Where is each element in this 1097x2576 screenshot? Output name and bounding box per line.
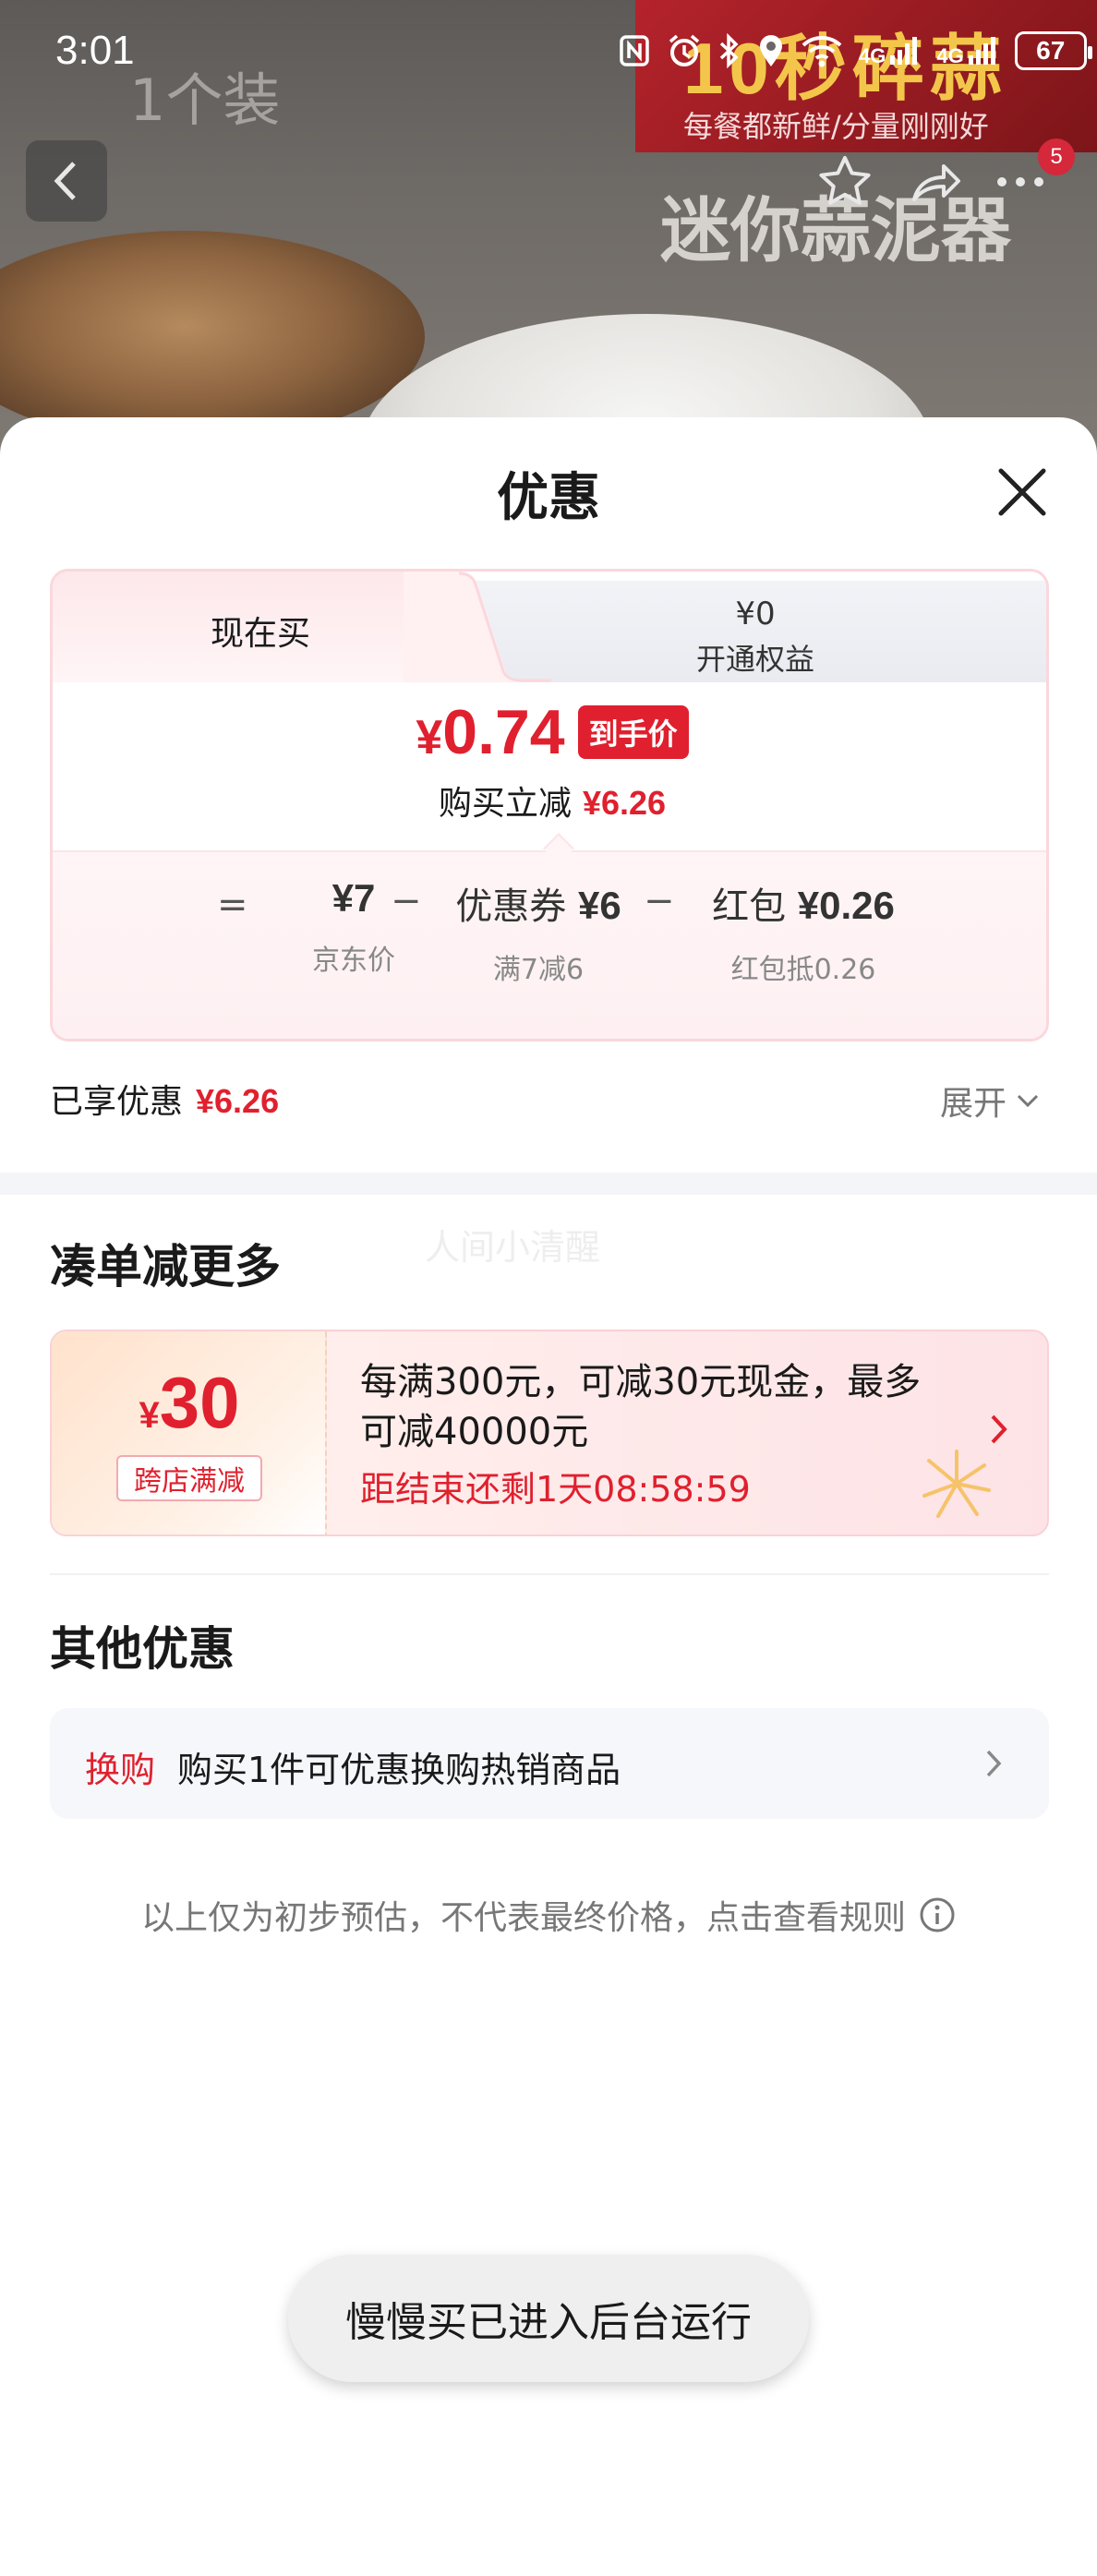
promo-type-tag: 跨店满减 <box>116 1455 262 1501</box>
final-price-currency: ¥ <box>416 711 443 764</box>
final-price-row: ¥0.74 到手价 <box>53 701 1046 764</box>
status-icons: 4G 4G 67 <box>619 31 1092 70</box>
tab-membership-label[interactable]: 开通权益 <box>459 636 1046 679</box>
network-type-1: 4G <box>859 44 886 67</box>
close-icon <box>998 468 1046 516</box>
other-offers-title: 其他优惠 <box>50 1622 235 1676</box>
redpacket-item: 红包 ¥0.26 红包抵0.26 <box>697 876 910 987</box>
chevron-left-icon <box>54 162 76 200</box>
promo-amount: ¥30 <box>52 1366 327 1438</box>
rules-disclaimer[interactable]: 以上仅为初步预估，不代表最终价格，点击查看规则 <box>0 1891 1097 1939</box>
instant-discount-row: 购买立减 ¥6.26 <box>53 776 1046 825</box>
nfc-icon <box>620 35 649 66</box>
final-price-value: 0.74 <box>442 697 565 767</box>
back-button[interactable] <box>26 140 107 222</box>
redpacket-desc: 红包抵0.26 <box>730 954 876 986</box>
product-photo-bowl <box>0 231 425 443</box>
bluetooth-icon <box>719 33 739 68</box>
enjoyed-discount-value: ¥6.26 <box>196 1082 280 1120</box>
cross-store-discount-card[interactable]: ¥30 跨店满减 每满300元，可减30元现金，最多可减40000元 距结束还剩… <box>50 1330 1049 1536</box>
info-icon[interactable] <box>919 1896 956 1933</box>
expand-button[interactable]: 展开 <box>940 1077 1040 1125</box>
more-dots-icon <box>997 177 1043 187</box>
final-price: ¥0.74 <box>416 701 564 764</box>
discount-sheet: 优惠 现在买 ¥0 开通权益 ¥0.74 到手价 购买立减 ¥6.26 = ¥7 … <box>0 417 1097 2576</box>
thin-divider <box>50 1573 1049 1575</box>
jd-price-label: 京东价 <box>312 945 395 977</box>
price-card: 现在买 ¥0 开通权益 ¥0.74 到手价 购买立减 ¥6.26 = ¥7 京东价… <box>50 569 1049 1041</box>
price-breakdown: = ¥7 京东价 − 优惠券 ¥6 满7减6 − 红包 ¥0.26 红包抵0.2… <box>53 850 1046 1039</box>
sheet-title: 优惠 <box>497 468 600 528</box>
instant-discount-value: ¥6.26 <box>582 784 667 822</box>
exchange-text: 购买1件可优惠换购热销商品 <box>177 1750 621 1790</box>
close-button[interactable] <box>990 460 1055 524</box>
signal-bars-icon <box>968 37 995 65</box>
chevron-right-icon <box>986 1750 1002 1777</box>
price-tabs: 现在买 ¥0 开通权益 <box>53 572 1046 682</box>
chevron-down-icon <box>1017 1094 1039 1108</box>
enjoyed-discount: 已享优惠 ¥6.26 <box>50 1075 279 1123</box>
equals-sign: = <box>217 884 248 926</box>
tab-buy-now[interactable]: 现在买 <box>53 607 468 655</box>
promo-subheadline: 每餐都新鲜/分量刚刚好 <box>683 109 989 144</box>
favorite-button[interactable] <box>813 150 877 214</box>
share-count-badge: 5 <box>1038 138 1075 175</box>
star-icon <box>819 156 871 205</box>
pack-count-label: 1个装 <box>129 66 281 134</box>
promo-description: 每满300元，可减30元现金，最多可减40000元 <box>360 1361 922 1453</box>
status-time: 3:01 <box>55 28 135 73</box>
disclaimer-text: 以上仅为初步预估，不代表最终价格，点击查看规则 <box>140 1899 906 1937</box>
coupon-item: 优惠券 ¥6 满7减6 <box>446 876 631 987</box>
network-type-2: 4G <box>936 44 964 67</box>
instant-discount-label: 购买立减 <box>438 785 572 823</box>
alarm-icon <box>669 34 700 66</box>
enjoyed-discount-label: 已享优惠 <box>50 1083 184 1121</box>
signal-bars-icon <box>890 37 918 65</box>
watermark-text: 人间小清醒 <box>425 1227 601 1268</box>
exchange-offer-row[interactable]: 换购 购买1件可优惠换购热销商品 <box>50 1708 1049 1819</box>
location-icon <box>760 35 782 66</box>
final-price-tag: 到手价 <box>577 705 689 759</box>
share-button[interactable] <box>903 150 968 214</box>
cell-signal-1: 4G <box>859 35 920 66</box>
coupon-desc: 满7减6 <box>492 954 585 986</box>
exchange-tag: 换购 <box>85 1750 156 1790</box>
redpacket-value: 红包 ¥0.26 <box>712 884 895 928</box>
wifi-icon <box>802 36 842 67</box>
firework-decoration-icon <box>922 1450 991 1518</box>
promo-amount-currency: ¥ <box>139 1395 160 1436</box>
coupon-value: 优惠券 ¥6 <box>455 884 621 928</box>
promo-amount-value: 30 <box>159 1362 240 1443</box>
share-icon <box>912 164 960 201</box>
battery-indicator: 67 <box>1014 31 1092 70</box>
more-discount-title: 凑单减更多 <box>50 1240 281 1294</box>
tab-membership-price[interactable]: ¥0 <box>459 596 1046 632</box>
promo-countdown: 距结束还剩1天08:58:59 <box>360 1469 751 1510</box>
expand-label: 展开 <box>940 1085 1007 1123</box>
background-running-toast: 慢慢买已进入后台运行 <box>288 2255 809 2382</box>
cell-signal-2: 4G <box>936 35 997 66</box>
minus-sign-1: − <box>391 880 422 922</box>
chevron-right-icon <box>991 1414 1007 1444</box>
section-divider <box>0 1173 1097 1195</box>
minus-sign-2: − <box>644 880 675 922</box>
